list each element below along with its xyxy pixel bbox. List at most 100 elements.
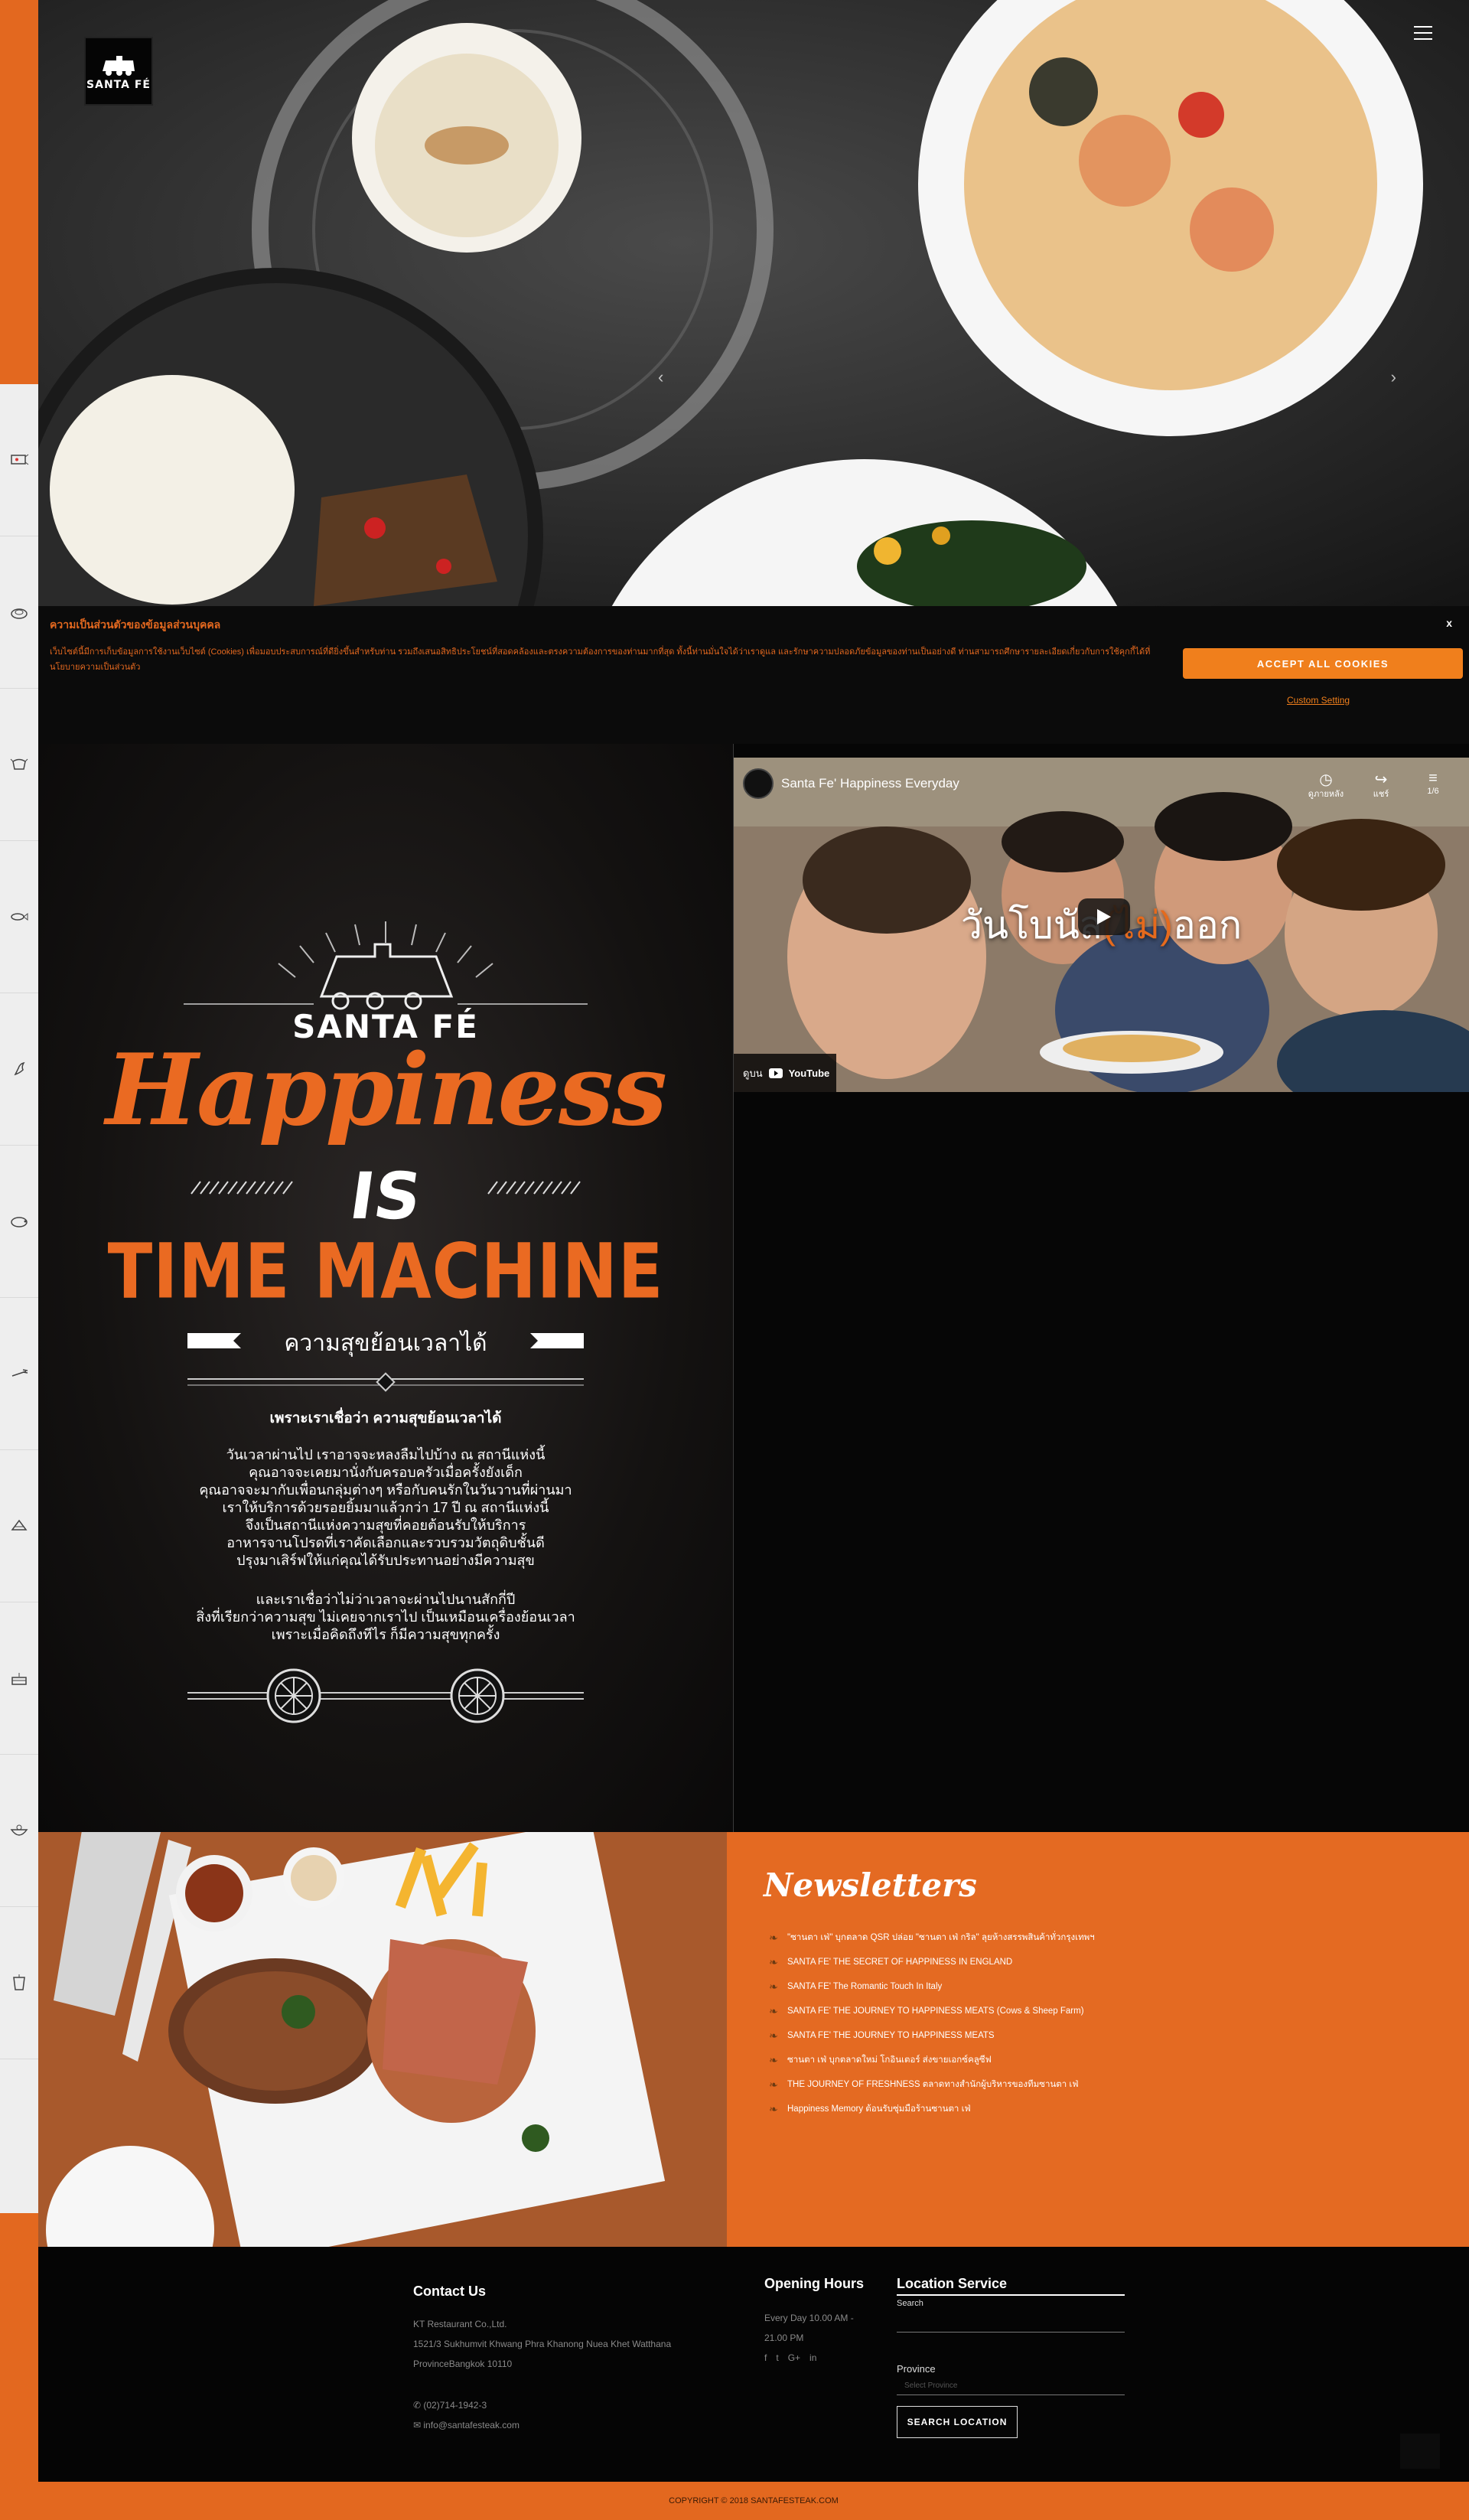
- slider-prev-arrow-icon[interactable]: ‹: [658, 367, 663, 387]
- youtube-video-player[interactable]: Santa Fe' Happiness Everyday ◷ ดูภายหลัง…: [734, 758, 1469, 1092]
- cake-icon: [11, 1673, 27, 1685]
- hero-slider: SANTA FÉ ‹ ›: [38, 0, 1469, 606]
- poster-line: อาหารจานโปรดที่เราคัดเลือกและรวบรวมวัตถุ…: [226, 1535, 545, 1550]
- poster-subtitle: เพราะเราเชื่อว่า ความสุขย้อนเวลาได้: [269, 1410, 502, 1426]
- newsletter-item[interactable]: ❧ "ซานตา เฟ่" บุกตลาด QSR ปล่อย "ซานตา เฟ…: [769, 1925, 1095, 1950]
- share-button[interactable]: ↪ แชร์: [1358, 770, 1404, 800]
- address-line-2: ProvinceBangkok 10110: [413, 2359, 513, 2369]
- sidebar-item-drinks[interactable]: [0, 1907, 38, 2059]
- location-title-underline: [897, 2294, 1125, 2296]
- brand-logo[interactable]: SANTA FÉ: [84, 37, 153, 106]
- poster-line: จึงเป็นสถานีแห่งความสุขที่คอยต้อนรับให้บ…: [245, 1518, 526, 1533]
- newsletter-link[interactable]: THE JOURNEY OF FRESHNESS ตลาดทางสำนักผู้…: [787, 2078, 1078, 2091]
- search-location-button[interactable]: SEARCH LOCATION: [897, 2406, 1018, 2438]
- sidebar-item-fish[interactable]: [0, 841, 38, 993]
- play-button[interactable]: [1078, 898, 1130, 935]
- newsletter-item[interactable]: ❧ SANTA FE' THE JOURNEY TO HAPPINESS MEAT…: [769, 1999, 1095, 2023]
- newsletter-link[interactable]: Happiness Memory ต้อนรับซุ่มมือร้านซานตา…: [787, 2102, 971, 2116]
- sidebar-item-pork[interactable]: [0, 1146, 38, 1298]
- cookie-text: เว็บไซต์นี้มีการเก็บข้อมูลการใช้งานเว็บไ…: [50, 647, 1151, 672]
- poster-banner: ความสุขย้อนเวลาได้: [284, 1331, 487, 1356]
- watch-on-youtube-link[interactable]: ดูบน YouTube: [734, 1054, 836, 1092]
- twitter-icon[interactable]: t: [776, 2352, 778, 2363]
- site-footer: Contact Us KT Restaurant Co.,Ltd. 1521/3…: [38, 2247, 1469, 2482]
- clock-icon: ◷: [1319, 771, 1333, 788]
- facebook-icon[interactable]: f: [764, 2352, 767, 2363]
- leaf-bullet-icon: ❧: [769, 2053, 778, 2066]
- playlist-button[interactable]: ≡ 1/6: [1410, 770, 1456, 796]
- sidebar-item-beef[interactable]: [0, 689, 38, 841]
- newsletter-link[interactable]: "ซานตา เฟ่" บุกตลาด QSR ปล่อย "ซานตา เฟ่…: [787, 1931, 1095, 1945]
- poster-line: วันเวลาผ่านไป เราอาจจะหลงลืมไปบ้าง ณ สถา…: [226, 1447, 546, 1462]
- scroll-to-top-button[interactable]: [1400, 2434, 1440, 2469]
- video-title[interactable]: Santa Fe' Happiness Everyday: [781, 776, 959, 791]
- hamburger-menu-icon[interactable]: [1414, 26, 1432, 40]
- sidebar-item-sandwich[interactable]: [0, 1450, 38, 1602]
- province-label: Province: [897, 2363, 936, 2375]
- accept-all-cookies-button[interactable]: ACCEPT ALL COOKIES: [1183, 648, 1463, 679]
- megaphone-icon: [11, 454, 29, 465]
- video-caption-bracket-close: ): [1160, 904, 1173, 947]
- chicken-icon: [14, 1061, 25, 1076]
- custom-setting-link[interactable]: Custom Setting: [1287, 695, 1350, 706]
- slider-next-arrow-icon[interactable]: ›: [1391, 367, 1396, 387]
- cookie-close-button[interactable]: x: [1446, 617, 1452, 629]
- newsletter-item[interactable]: ❧ Happiness Memory ต้อนรับซุ่มมือร้านซานต…: [769, 2097, 1095, 2121]
- leaf-bullet-icon: ❧: [769, 2029, 778, 2042]
- poster-line: คุณอาจจะเคยมานั่งกับครอบครัวเมื่อครั้งยั…: [249, 1465, 523, 1480]
- menu-category-sidebar: [0, 384, 38, 2213]
- phone-text: (02)714-1942-3: [423, 2400, 487, 2411]
- cookie-consent-bar: ความเป็นส่วนตัวของข้อมูลส่วนบุคคล x เว็บ…: [38, 606, 1469, 744]
- location-service-title: Location Service: [897, 2276, 1008, 2291]
- newsletter-link[interactable]: SANTA FE' The Romantic Touch In Italy: [787, 1982, 942, 1991]
- sidebar-item-pasta[interactable]: [0, 1298, 38, 1450]
- poster-line: และเราเชื่อว่าไม่ว่าเวลาจะผ่านไปนานสักกี…: [256, 1592, 516, 1607]
- poster-line: เราให้บริการด้วยรอยยิ้มมาแล้วกว่า 17 ปี …: [222, 1500, 549, 1515]
- newsletter-item[interactable]: ❧ THE JOURNEY OF FRESHNESS ตลาดทางสำนักผู…: [769, 2072, 1095, 2097]
- newsletter-item[interactable]: ❧ SANTA FE' THE SECRET OF HAPPINESS IN EN…: [769, 1950, 1095, 1974]
- sidebar-item-dessert[interactable]: [0, 1602, 38, 1755]
- province-select[interactable]: Select Province: [897, 2377, 1125, 2395]
- bowl-icon: [10, 1824, 28, 1836]
- newsletter-item[interactable]: ❧ SANTA FE' The Romantic Touch In Italy: [769, 1974, 1095, 1999]
- cookie-title: ความเป็นส่วนตัวของข้อมูลส่วนบุคคล: [50, 618, 221, 631]
- newsletter-item[interactable]: ❧ SANTA FE' THE JOURNEY TO HAPPINESS MEAT…: [769, 2023, 1095, 2048]
- watch-later-button[interactable]: ◷ ดูภายหลัง: [1303, 770, 1349, 800]
- channel-avatar[interactable]: [743, 768, 774, 799]
- watch-later-label: ดูภายหลัง: [1308, 790, 1344, 799]
- opening-hours-line-1: Every Day 10.00 AM -: [764, 2313, 854, 2323]
- poster-headline: Happiness: [105, 1033, 667, 1148]
- phone-number[interactable]: ✆ (02)714-1942-3: [413, 2395, 487, 2415]
- email-address[interactable]: ✉ info@santafesteak.com: [413, 2415, 520, 2435]
- poster-line: คุณอาจจะมากับเพื่อนกลุ่มต่างๆ หรือกับคนร…: [199, 1482, 572, 1498]
- opening-hours-line-2: 21.00 PM: [764, 2333, 804, 2343]
- newsletter-item[interactable]: ❧ ซานตา เฟ่ บุกตลาดใหม่ โกอินเตอร์ ส่งขาย…: [769, 2048, 1095, 2072]
- poster-time-machine: TIME MACHINE: [107, 1227, 664, 1316]
- newsletters-title: Newsletters: [764, 1866, 977, 1904]
- brand-logo-text: SANTA FÉ: [86, 79, 151, 91]
- sidebar-item-soup[interactable]: [0, 1755, 38, 1907]
- share-label: แชร์: [1373, 790, 1389, 799]
- location-search-input[interactable]: [897, 2311, 1125, 2333]
- newsletters-section: Newsletters ❧ "ซานตา เฟ่" บุกตลาด QSR ปล่…: [38, 1832, 1469, 2247]
- youtube-icon: [768, 1068, 783, 1078]
- opening-hours-title: Opening Hours: [764, 2276, 864, 2291]
- search-label: Search: [897, 2299, 923, 2308]
- linkedin-icon[interactable]: in: [809, 2352, 816, 2363]
- newsletter-link[interactable]: ซานตา เฟ่ บุกตลาดใหม่ โกอินเตอร์ ส่งขายเ…: [787, 2053, 992, 2067]
- poster-line: เพราะเมื่อคิดถึงทีไร ก็มีความสุขทุกครั้ง: [271, 1627, 500, 1642]
- sidebar-item-appetizer[interactable]: [0, 536, 38, 689]
- poster-paragraph-2: และเราเชื่อว่าไม่ว่าเวลาจะผ่านไปนานสักกี…: [38, 1591, 733, 1644]
- sidebar-item-chicken[interactable]: [0, 993, 38, 1146]
- newsletter-link[interactable]: SANTA FE' THE SECRET OF HAPPINESS IN ENG…: [787, 1958, 1012, 1967]
- pig-icon: [11, 1217, 28, 1227]
- email-text: info@santafesteak.com: [423, 2420, 520, 2430]
- leaf-bullet-icon: ❧: [769, 2102, 778, 2115]
- contact-title: Contact Us: [413, 2284, 487, 2299]
- newsletter-link[interactable]: SANTA FE' THE JOURNEY TO HAPPINESS MEATS…: [787, 2007, 1084, 2016]
- google-plus-icon[interactable]: G+: [788, 2352, 800, 2363]
- newsletter-link[interactable]: SANTA FE' THE JOURNEY TO HAPPINESS MEATS: [787, 2031, 995, 2040]
- address-line-1: 1521/3 Sukhumvit Khwang Phra Khanong Nue…: [413, 2339, 672, 2349]
- sidebar-item-promotion[interactable]: [0, 384, 38, 536]
- newsletters-list: ❧ "ซานตา เฟ่" บุกตลาด QSR ปล่อย "ซานตา เฟ…: [769, 1925, 1095, 2121]
